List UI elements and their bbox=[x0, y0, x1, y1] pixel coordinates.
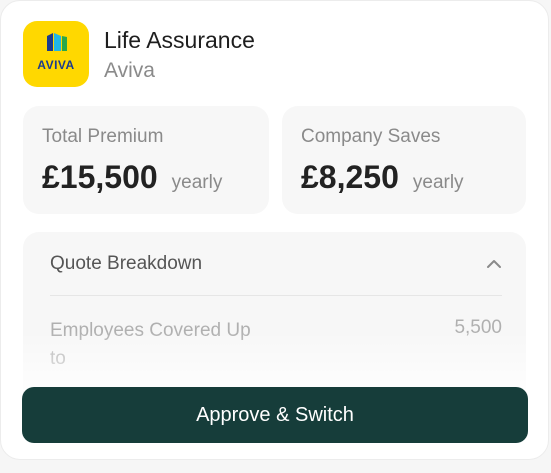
company-saves-card: Company Saves £8,250 yearly bbox=[282, 106, 526, 214]
scroll-fade bbox=[1, 331, 548, 391]
aviva-logo-mark-icon bbox=[47, 33, 67, 51]
total-premium-card: Total Premium £15,500 yearly bbox=[23, 106, 269, 214]
aviva-logo: AVIVA bbox=[23, 21, 89, 87]
stat-unit: yearly bbox=[171, 172, 223, 193]
logo-text: AVIVA bbox=[37, 58, 75, 72]
stat-label: Total Premium bbox=[42, 126, 164, 147]
stat-value: £15,500 bbox=[42, 159, 158, 195]
approve-switch-button[interactable]: Approve & Switch bbox=[22, 387, 528, 443]
divider bbox=[50, 295, 502, 296]
provider-name: Aviva bbox=[104, 59, 155, 82]
header: AVIVA Life Assurance Aviva bbox=[23, 21, 255, 87]
chevron-up-icon[interactable] bbox=[485, 257, 503, 271]
product-title: Life Assurance bbox=[104, 27, 255, 53]
stat-label: Company Saves bbox=[301, 126, 441, 147]
stat-unit: yearly bbox=[412, 172, 464, 193]
breakdown-toggle[interactable]: Quote Breakdown bbox=[50, 253, 202, 275]
stat-value: £8,250 bbox=[301, 159, 399, 195]
